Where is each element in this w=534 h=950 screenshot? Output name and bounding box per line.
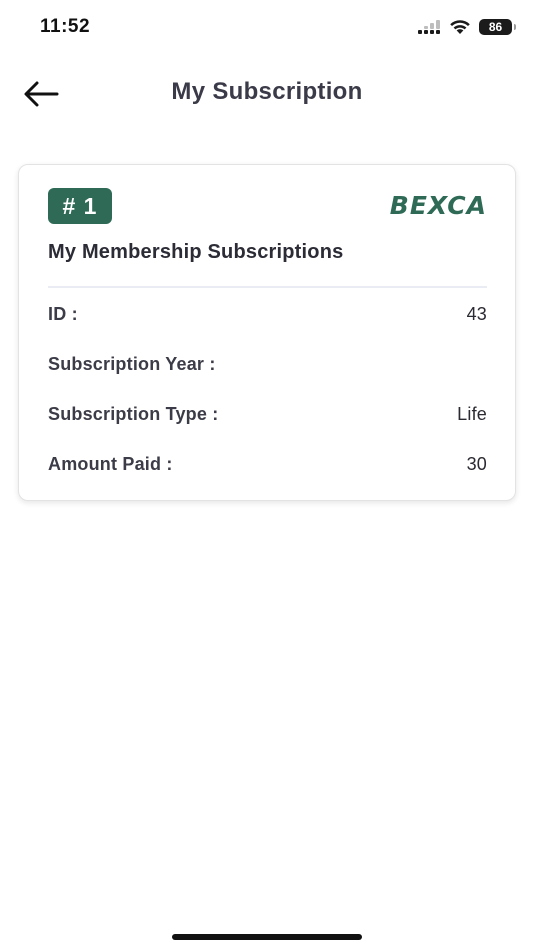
detail-row-amount-paid: Amount Paid : 30	[48, 449, 487, 479]
card-title: My Membership Subscriptions	[48, 241, 344, 263]
detail-row-subscription-type: Subscription Type : Life	[48, 399, 487, 429]
home-indicator[interactable]	[172, 934, 362, 940]
cellular-signal-icon	[418, 20, 440, 34]
status-time: 11:52	[40, 16, 91, 37]
detail-row-subscription-year: Subscription Year :	[48, 349, 487, 379]
detail-label: Subscription Year :	[48, 353, 216, 374]
battery-level: 86	[488, 20, 503, 34]
battery-icon: 86	[479, 19, 516, 35]
detail-value: 43	[466, 303, 487, 324]
page-title: My Subscription	[171, 78, 363, 105]
app-header: My Subscription	[0, 62, 534, 124]
wifi-icon	[450, 20, 470, 34]
detail-value: Life	[457, 403, 487, 424]
detail-label: ID :	[48, 303, 78, 324]
brand-logo: BEXCA	[389, 191, 487, 220]
battery-cap	[514, 24, 516, 30]
detail-row-id: ID : 43	[48, 299, 487, 329]
subscription-card[interactable]: # 1 BEXCA My Membership Subscriptions ID…	[18, 164, 516, 501]
detail-label: Amount Paid :	[48, 453, 173, 474]
divider	[48, 286, 487, 288]
status-bar: 11:52 86	[0, 0, 534, 54]
detail-label: Subscription Type :	[48, 403, 219, 424]
detail-value: 30	[466, 453, 487, 474]
index-badge: # 1	[48, 188, 112, 224]
status-icons: 86	[417, 16, 516, 38]
subscription-screen: 11:52 86 My Subscription # 1 BEXCA My Me…	[0, 0, 534, 950]
